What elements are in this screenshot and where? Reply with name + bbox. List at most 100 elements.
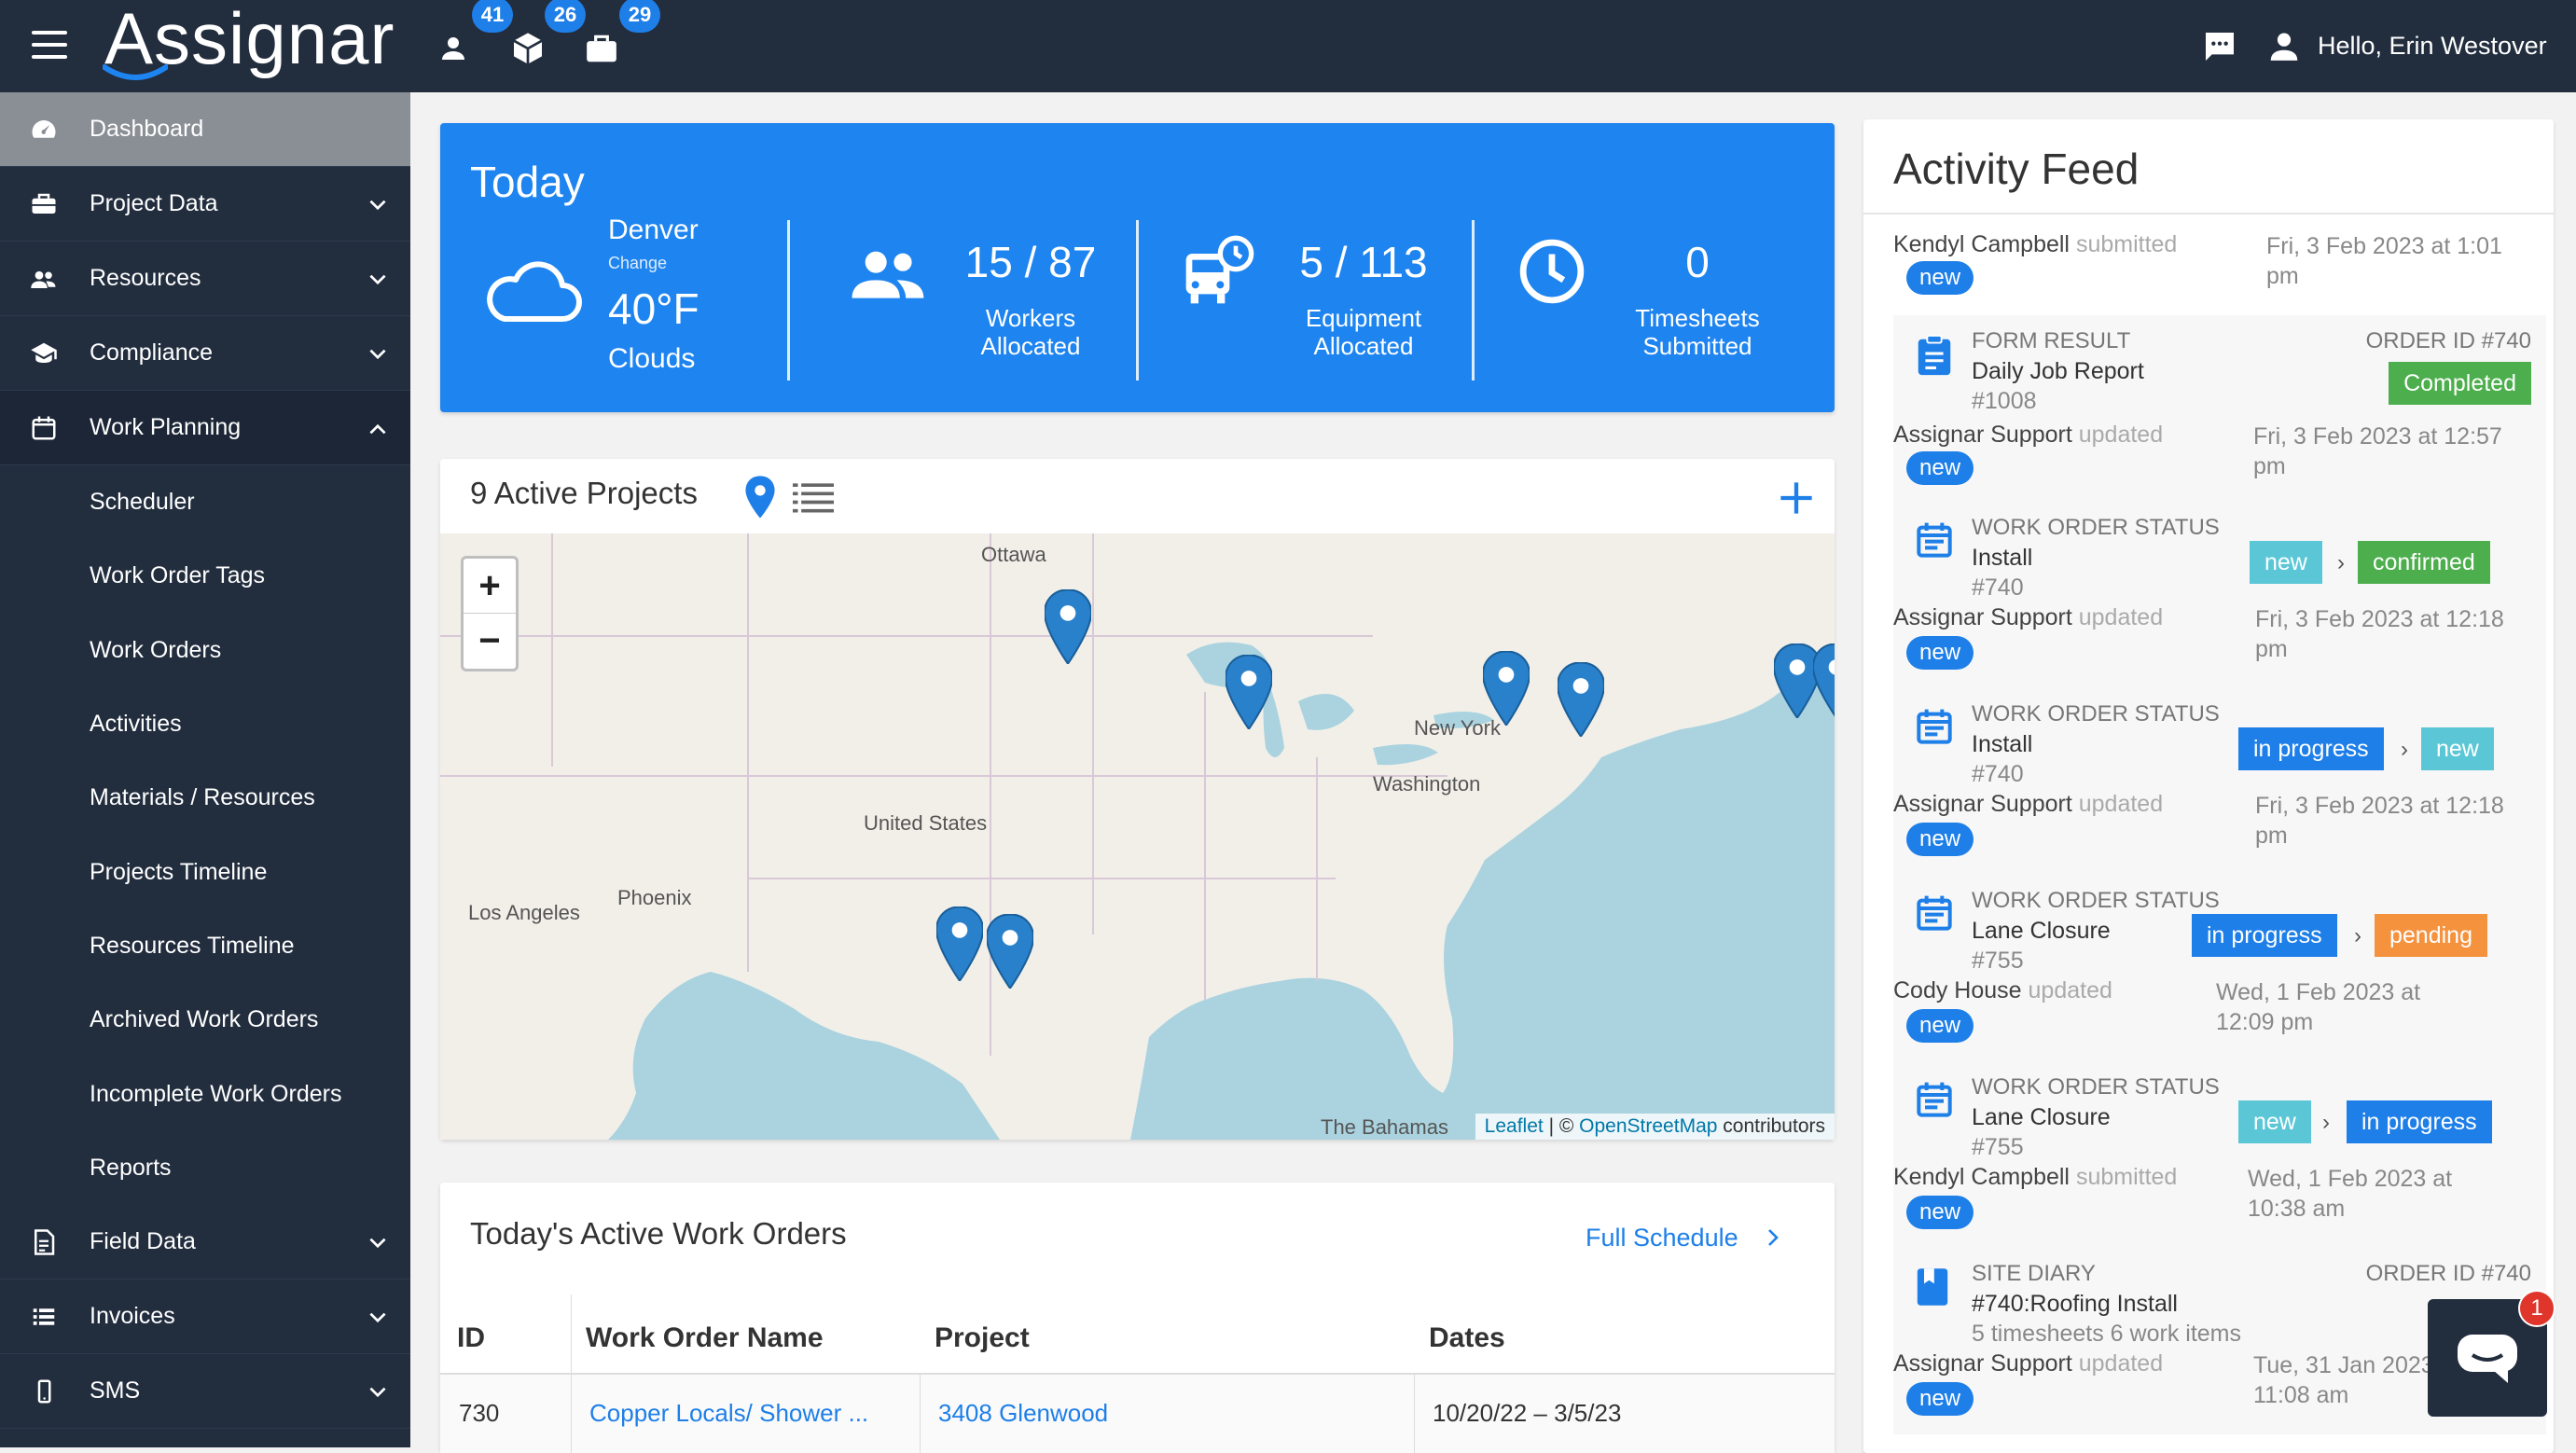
map-label-the-bahamas: The Bahamas bbox=[1321, 1115, 1448, 1139]
equipment-count-badge[interactable]: 26 bbox=[545, 0, 586, 33]
timesheets-submitted-label: Timesheets Submitted bbox=[1635, 304, 1760, 360]
workers-count-badge[interactable]: 41 bbox=[472, 0, 513, 33]
weather-city: Denver bbox=[608, 214, 699, 245]
map-marker[interactable] bbox=[936, 906, 983, 981]
chat-icon[interactable] bbox=[2201, 28, 2238, 65]
sidebar-item-label: Field Data bbox=[90, 1227, 196, 1254]
new-badge: new bbox=[1906, 451, 1974, 485]
work-planning-submenu: Scheduler Work Order Tags Work Orders Ac… bbox=[0, 465, 410, 1205]
sidebar-item-label: Work Planning bbox=[90, 414, 242, 440]
zoom-out-button[interactable]: − bbox=[464, 614, 516, 669]
sidebar-item-label: Invoices bbox=[90, 1302, 175, 1329]
sidebar-sub-resources-timeline[interactable]: Resources Timeline bbox=[0, 908, 410, 984]
chat-bubble-icon bbox=[2458, 1335, 2517, 1383]
list-view-icon[interactable] bbox=[793, 481, 834, 513]
sidebar-sub-incomplete-work-orders[interactable]: Incomplete Work Orders bbox=[0, 1057, 410, 1131]
bus-clock-icon bbox=[1185, 235, 1254, 304]
today-summary-card: Today Denver Change 40°F Clouds 15 / 87 … bbox=[440, 123, 1835, 412]
menu-icon[interactable] bbox=[32, 31, 67, 59]
map-marker[interactable] bbox=[1483, 651, 1530, 726]
sidebar-sub-materials-resources[interactable]: Materials / Resources bbox=[0, 761, 410, 836]
col-dates[interactable]: Dates bbox=[1429, 1322, 1505, 1354]
sidebar-item-field-data[interactable]: Field Data bbox=[0, 1205, 410, 1280]
sidebar-item-work-planning[interactable]: Work Planning bbox=[0, 391, 410, 465]
osm-link[interactable]: OpenStreetMap bbox=[1579, 1115, 1717, 1137]
chat-unread-badge: 1 bbox=[2518, 1290, 2555, 1327]
chevron-right-icon bbox=[1768, 1229, 1779, 1246]
person-icon[interactable] bbox=[436, 22, 478, 63]
book-icon bbox=[1917, 1268, 1948, 1306]
equipment-allocated-value: 5 / 113 bbox=[1299, 238, 1428, 286]
map-label-ottawa: Ottawa bbox=[981, 543, 1046, 566]
sidebar-sub-activities[interactable]: Activities bbox=[0, 686, 410, 762]
sidebar-item-sms[interactable]: SMS bbox=[0, 1354, 410, 1429]
add-project-icon[interactable] bbox=[1778, 479, 1815, 517]
arrow-icon: › bbox=[2401, 737, 2408, 762]
map-pin-icon[interactable] bbox=[744, 476, 776, 519]
sidebar-item-resources[interactable]: Resources bbox=[0, 242, 410, 316]
document-icon bbox=[35, 1229, 55, 1255]
calendar-icon bbox=[1917, 709, 1952, 744]
arrow-icon: › bbox=[2337, 550, 2345, 575]
user-icon[interactable] bbox=[2266, 28, 2302, 63]
col-project[interactable]: Project bbox=[935, 1322, 1030, 1354]
calendar-icon bbox=[1917, 1082, 1952, 1117]
leaflet-link[interactable]: Leaflet bbox=[1485, 1115, 1544, 1137]
table-row[interactable]: 730 Copper Locals/ Shower ... 3408 Glenw… bbox=[440, 1375, 1835, 1453]
map-marker[interactable] bbox=[1226, 655, 1272, 729]
new-badge: new bbox=[1906, 823, 1974, 856]
projects-count-badge[interactable]: 29 bbox=[619, 0, 660, 33]
map-label-united-states: United States bbox=[864, 811, 988, 835]
sidebar: Dashboard Project Data Resources Complia… bbox=[0, 92, 410, 1447]
change-city-link[interactable]: Change bbox=[608, 254, 667, 273]
status-tag: in progress bbox=[2347, 1100, 2492, 1143]
active-projects-title: 9 Active Projects bbox=[470, 476, 698, 510]
sidebar-item-label: Resources bbox=[90, 265, 201, 291]
sidebar-sub-work-order-tags[interactable]: Work Order Tags bbox=[0, 539, 410, 614]
activity-feed-title: Activity Feed bbox=[1893, 145, 2140, 193]
full-schedule-link[interactable]: Full Schedule bbox=[1586, 1224, 1784, 1252]
col-id[interactable]: ID bbox=[457, 1322, 485, 1354]
today-title: Today bbox=[470, 158, 585, 206]
wo-project-link[interactable]: 3408 Glenwood bbox=[938, 1399, 1108, 1428]
divider bbox=[1472, 220, 1475, 381]
weather-condition: Clouds bbox=[608, 343, 696, 374]
sidebar-item-invoices[interactable]: Invoices bbox=[0, 1280, 410, 1354]
status-tag: in progress bbox=[2192, 914, 2337, 957]
chevron-down-icon bbox=[369, 274, 386, 285]
cube-icon[interactable] bbox=[509, 22, 550, 64]
sidebar-sub-scheduler[interactable]: Scheduler bbox=[0, 465, 410, 540]
divider bbox=[787, 220, 790, 381]
map-marker[interactable] bbox=[1813, 643, 1835, 718]
form-icon bbox=[1918, 334, 1951, 376]
weather-temp: 40°F bbox=[608, 284, 699, 333]
active-projects-card: 9 Active Projects Ottawa New York Washin… bbox=[440, 459, 1835, 1140]
wo-name-link[interactable]: Copper Locals/ Shower ... bbox=[589, 1399, 868, 1428]
map-marker[interactable] bbox=[1045, 589, 1091, 664]
col-work-order-name[interactable]: Work Order Name bbox=[586, 1322, 824, 1354]
new-badge: new bbox=[1906, 1196, 1974, 1229]
phone-icon bbox=[37, 1379, 51, 1404]
sidebar-sub-archived-work-orders[interactable]: Archived Work Orders bbox=[0, 983, 410, 1058]
projects-map[interactable]: Ottawa New York Washington United States… bbox=[440, 533, 1835, 1140]
arrow-icon: › bbox=[2354, 923, 2361, 948]
logo-swoosh-icon bbox=[103, 64, 168, 80]
map-marker[interactable] bbox=[987, 914, 1033, 989]
sidebar-item-label: SMS bbox=[90, 1377, 141, 1404]
sidebar-sub-reports[interactable]: Reports bbox=[0, 1130, 410, 1205]
sidebar-sub-work-orders[interactable]: Work Orders bbox=[0, 613, 410, 687]
user-greeting[interactable]: Hello, Erin Westover bbox=[2318, 32, 2547, 61]
briefcase-icon[interactable] bbox=[584, 22, 625, 63]
map-land bbox=[440, 533, 1835, 1140]
sidebar-sub-projects-timeline[interactable]: Projects Timeline bbox=[0, 835, 410, 909]
sidebar-item-compliance[interactable]: Compliance bbox=[0, 316, 410, 391]
work-orders-table: ID Work Order Name Project Dates 730 Cop… bbox=[440, 1294, 1835, 1453]
chevron-down-icon bbox=[369, 1238, 386, 1249]
arrow-icon: › bbox=[2322, 1110, 2330, 1135]
list-icon bbox=[33, 1308, 55, 1325]
map-marker[interactable] bbox=[1558, 662, 1604, 737]
zoom-in-button[interactable]: + bbox=[464, 559, 516, 614]
sidebar-item-dashboard[interactable]: Dashboard bbox=[0, 92, 410, 167]
activity-feed: Activity Feed Kendyl Campbell submitted … bbox=[1863, 119, 2554, 1453]
sidebar-item-project-data[interactable]: Project Data bbox=[0, 167, 410, 242]
